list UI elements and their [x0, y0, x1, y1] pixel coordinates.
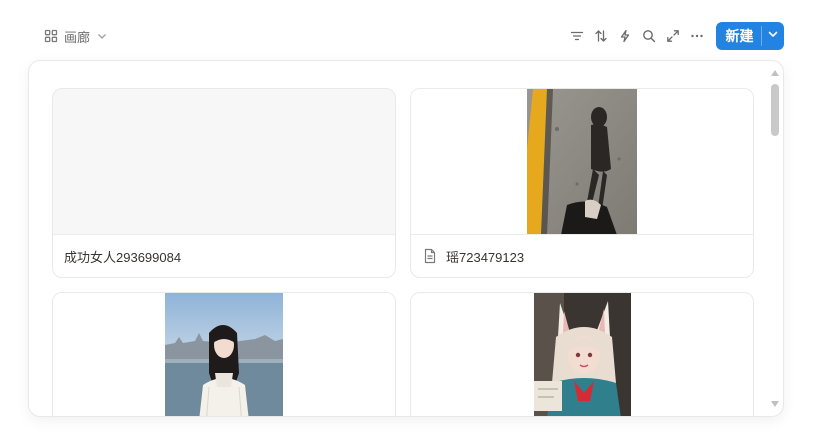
scrollbar-thumb[interactable]	[771, 84, 779, 136]
card-title-row: 瑶723479123	[411, 235, 753, 277]
gallery-panel: 成功女人293699084 瑶723479123	[28, 60, 784, 417]
card-title-row: 成功女人293699084	[53, 235, 395, 277]
sort-button[interactable]	[592, 25, 610, 47]
new-button[interactable]: 新建	[716, 22, 784, 50]
search-icon	[642, 29, 656, 43]
gallery-card[interactable]: 成功女人293699084	[52, 88, 396, 278]
search-button[interactable]	[640, 25, 658, 47]
scroll-up-arrow[interactable]	[771, 69, 779, 77]
filter-icon	[570, 29, 584, 43]
card-title: 瑶723479123	[446, 249, 525, 265]
card-cover-image	[53, 293, 395, 416]
cosplay-photo	[534, 293, 631, 416]
sort-icon	[594, 29, 608, 43]
card-cover-image	[411, 293, 753, 416]
automation-button[interactable]	[616, 25, 634, 47]
expand-button[interactable]	[664, 25, 682, 47]
card-cover-image	[411, 89, 753, 235]
gallery-card[interactable]: 瑶723479123	[410, 88, 754, 278]
new-button-label[interactable]: 新建	[716, 22, 761, 50]
card-cover-empty	[53, 89, 395, 235]
scroll-down-arrow[interactable]	[771, 400, 779, 408]
view-label: 画廊	[64, 29, 91, 45]
more-button[interactable]	[688, 25, 706, 47]
vertical-scrollbar[interactable]	[767, 61, 783, 416]
chevron-down-icon	[96, 30, 108, 42]
card-title: 成功女人293699084	[64, 249, 182, 265]
chevron-down-icon	[767, 27, 779, 45]
shadow-photo	[527, 89, 637, 234]
page-icon	[422, 248, 438, 264]
view-switcher[interactable]: 画廊	[44, 26, 108, 46]
toolbar-actions	[568, 25, 706, 47]
gallery-card[interactable]	[52, 292, 396, 416]
lightning-icon	[618, 29, 632, 43]
database-toolbar: 画廊 新建	[0, 0, 813, 60]
more-icon	[690, 29, 704, 43]
grid-icon	[44, 29, 58, 43]
seaside-portrait-photo	[165, 293, 283, 416]
expand-icon	[666, 29, 680, 43]
gallery-card[interactable]	[410, 292, 754, 416]
filter-button[interactable]	[568, 25, 586, 47]
new-dropdown-button[interactable]	[762, 22, 784, 50]
